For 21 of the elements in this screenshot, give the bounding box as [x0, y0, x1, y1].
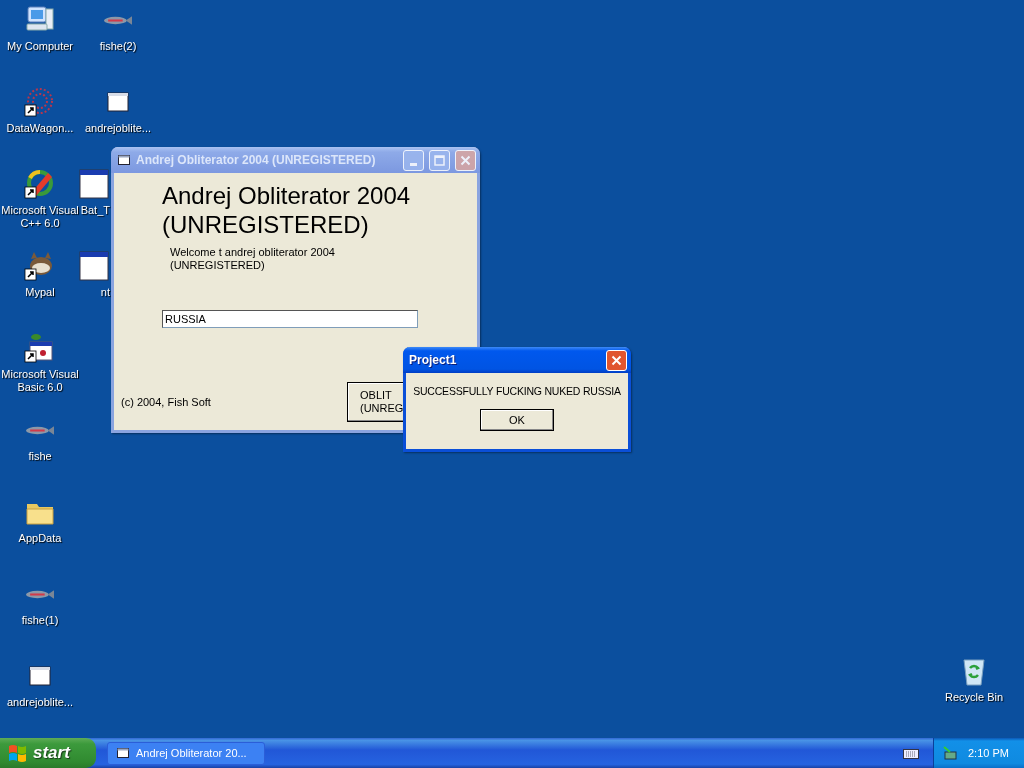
- icon-label: fishe(1): [21, 614, 59, 627]
- icon-label: andrejoblite...: [84, 122, 151, 135]
- icon-label: Recycle Bin: [944, 691, 1004, 704]
- dialog-title: Project1: [409, 353, 458, 367]
- icon-label: AppData: [18, 532, 62, 545]
- icon-label: Microsoft Visual C++ 6.0: [0, 204, 80, 230]
- message-text: SUCCESSFULLY FUCKING NUKED RUSSIA: [413, 385, 621, 397]
- icon-label: andrejoblite...: [6, 696, 73, 709]
- copyright-text: (c) 2004, Fish Soft: [121, 396, 211, 408]
- clock: 2:10 PM: [968, 747, 1009, 759]
- window-title: Andrej Obliterator 2004 (UNREGISTERED): [136, 153, 377, 167]
- icon-label: fishe: [28, 450, 52, 463]
- icon-label: Microsoft Visual Basic 6.0: [0, 368, 80, 394]
- welcome-text: Welcome t andrej obliterator 2004 (UNREGISTERED): [170, 246, 336, 272]
- icon-label: DataWagon...: [6, 122, 74, 135]
- icon-label: My Computer: [7, 40, 73, 53]
- icon-label: fishe(2): [99, 40, 137, 53]
- icon-label: Bat_T: [80, 204, 110, 217]
- icon-label: Mypal: [25, 286, 55, 299]
- app-heading: Andrej Obliterator 2004 (UNREGISTERED): [162, 181, 412, 239]
- icon-label: nt: [100, 286, 110, 299]
